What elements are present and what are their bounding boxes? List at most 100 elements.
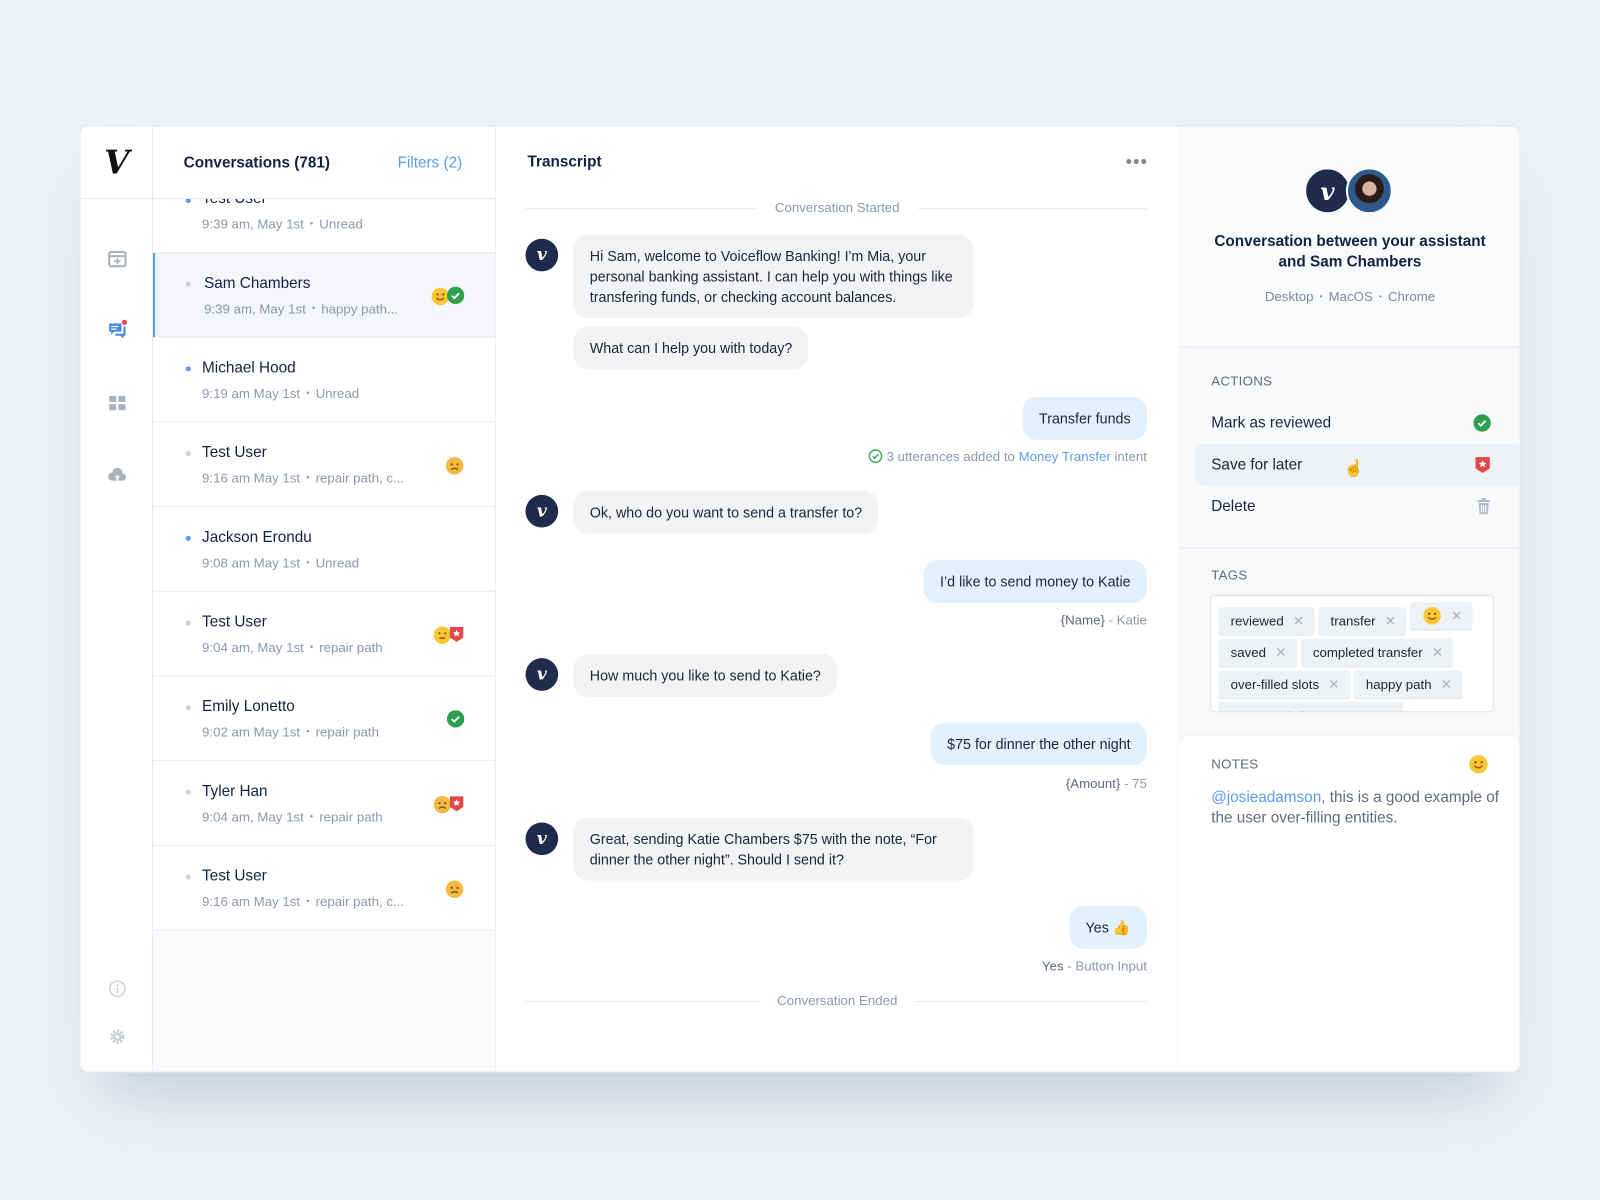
conversation-name: Michael Hood	[202, 359, 296, 377]
tag-label: transfer	[1330, 613, 1376, 629]
reviewed-check-icon	[446, 286, 465, 305]
app-window: V Conversations (781) Filters (2) Test U…	[79, 125, 1521, 1073]
remove-tag-icon[interactable]: ✕	[1275, 644, 1286, 660]
details-panel: v Conversation between your assistant an…	[1178, 126, 1520, 1072]
read-dot	[185, 620, 191, 626]
emoji-picker-icon[interactable]	[1468, 754, 1488, 774]
trash-icon	[1477, 497, 1490, 515]
bot-message: Great, sending Katie Chambers $75 with t…	[573, 817, 974, 881]
notes-label: NOTES	[1211, 756, 1259, 772]
tag-chip[interactable]: transfer ✕	[1318, 607, 1407, 635]
conversation-status: repair path	[319, 809, 383, 825]
slot-key: Yes	[1041, 958, 1064, 974]
conversations-icon[interactable]	[107, 319, 128, 339]
settings-gear-icon[interactable]	[107, 1027, 127, 1047]
read-dot	[185, 874, 191, 880]
remove-tag-icon[interactable]: ✕	[1385, 613, 1396, 629]
conversation-row[interactable]: Sam Chambers 9:39 am, May 1st • happy path…	[153, 253, 495, 338]
saved-shield-icon	[449, 627, 464, 642]
remove-tag-icon[interactable]: ✕	[1328, 676, 1339, 692]
assistant-avatar: v	[525, 494, 559, 528]
check-circle-icon	[1473, 414, 1491, 432]
tag-label: user needed re-prompts	[1231, 708, 1373, 711]
remove-tag-icon[interactable]: ✕	[1451, 608, 1462, 624]
reviewed-check-icon	[446, 710, 465, 728]
delete-action[interactable]: Delete	[1195, 486, 1519, 528]
conversation-name: Emily Lonetto	[202, 697, 295, 716]
conversation-row[interactable]: Test User 9:16 am May 1st • repair path, c…	[153, 422, 495, 508]
voiceflow-logo[interactable]: V	[80, 127, 154, 199]
cloud-upload-icon[interactable]	[107, 465, 127, 485]
dashboard-grid-icon[interactable]	[107, 393, 127, 413]
check-circle-outline-icon	[868, 449, 883, 463]
frown-emoji-icon	[445, 880, 464, 899]
calendar-add-icon[interactable]	[107, 249, 127, 269]
divider	[1178, 546, 1520, 549]
os: MacOS	[1328, 288, 1373, 305]
conversation-meta: 9:16 am May 1st • repair path, c...	[202, 893, 405, 910]
info-icon[interactable]	[107, 979, 127, 999]
tags-input[interactable]: reviewed✕transfer✕😊✕saved✕completed tran…	[1210, 594, 1494, 713]
conversation-row[interactable]: Emily Lonetto 9:02 am May 1st • repair pat…	[153, 676, 495, 762]
save-for-later-action[interactable]: Save for later ☝	[1194, 443, 1520, 486]
remove-tag-icon[interactable]: ✕	[1432, 644, 1443, 660]
tag-chip[interactable]: user needed re-prompts ✕	[1218, 702, 1403, 712]
slot-note: {Amount} - 75	[1066, 776, 1147, 791]
intent-note: 3 utterances added to Money Transfer int…	[868, 449, 1147, 464]
remove-tag-icon[interactable]: ✕	[1441, 676, 1452, 692]
read-dot	[185, 789, 191, 795]
conversation-time: 9:04 am, May 1st	[202, 639, 304, 656]
assistant-avatar: v	[525, 822, 559, 856]
tags-label: TAGS	[1211, 567, 1248, 583]
conversation-row[interactable]: Tyler Han 9:04 am, May 1st • repair path	[153, 761, 495, 846]
hand-cursor-icon: ☝	[1343, 460, 1365, 478]
tag-label: over-filled slots	[1230, 676, 1320, 692]
remove-tag-icon[interactable]: ✕	[1381, 708, 1392, 712]
conversation-meta: 9:16 am May 1st • repair path, c...	[202, 470, 405, 486]
actions-label: ACTIONS	[1211, 373, 1273, 389]
conversation-time: 9:19 am May 1st	[202, 385, 301, 402]
conversation-row[interactable]: Michael Hood 9:19 am May 1st • Unread	[153, 337, 495, 423]
bot-message: What can I help you with today?	[573, 326, 809, 370]
user-message: Transfer funds	[1022, 396, 1147, 440]
conversation-rows[interactable]: Test User 9:39 am, May 1st•Unread Sam Ch…	[153, 198, 495, 931]
unread-dot	[185, 198, 191, 204]
conversation-badges	[445, 456, 464, 475]
conversation-status: repair path, c...	[315, 470, 405, 486]
user-message: $75 for dinner the other night	[930, 722, 1147, 766]
tag-chip[interactable]: happy path ✕	[1353, 670, 1463, 698]
notes-section: NOTES @josieadamson, this is a good exam…	[1178, 735, 1520, 1072]
intent-link[interactable]: Money Transfer	[1019, 449, 1111, 464]
tag-label: saved	[1230, 644, 1267, 661]
note-text[interactable]: @josieadamson, this is a good example of…	[1211, 788, 1507, 829]
conversation-row[interactable]: Jackson Erondu 9:08 am May 1st • Unread	[153, 507, 495, 592]
mark-reviewed-action[interactable]: Mark as reviewed	[1195, 402, 1519, 444]
read-dot	[185, 281, 191, 287]
tag-chip[interactable]: 😊✕	[1410, 602, 1473, 630]
remove-tag-icon[interactable]: ✕	[1293, 613, 1304, 629]
conversation-status: Unread	[315, 555, 360, 571]
device-meta: Desktop • MacOS • Chrome	[1264, 288, 1436, 305]
conversation-started-label: Conversation Started	[496, 199, 1179, 216]
tag-chip[interactable]: saved ✕	[1218, 638, 1297, 667]
tag-chip[interactable]: reviewed ✕	[1218, 607, 1315, 635]
tag-chip[interactable]: completed transfer ✕	[1300, 638, 1454, 667]
conversation-time: 9:16 am May 1st	[202, 893, 301, 910]
conversation-status: repair path	[315, 724, 380, 740]
conversation-name: Jackson Erondu	[202, 528, 312, 546]
tag-label: happy path	[1365, 676, 1432, 692]
tag-chip[interactable]: over-filled slots ✕	[1218, 670, 1350, 698]
transcript-panel: Transcript ••• Conversation Started v Hi…	[495, 126, 1179, 1072]
conversation-row[interactable]: Test User 9:16 am May 1st • repair path, c…	[153, 845, 495, 931]
conversation-row[interactable]: Test User 9:04 am, May 1st • repair path	[153, 591, 495, 677]
conversation-row-partial[interactable]: Test User 9:39 am, May 1st•Unread	[153, 198, 495, 254]
note-mention[interactable]: @josieadamson	[1211, 789, 1321, 806]
filters-button[interactable]: Filters (2)	[398, 154, 463, 171]
conversation-meta: 9:39 am, May 1st • Unread	[202, 216, 363, 232]
browser: Chrome	[1387, 288, 1436, 305]
conversation-badges	[445, 880, 464, 899]
conversation-summary: v Conversation between your assistant an…	[1178, 126, 1520, 348]
more-options-icon[interactable]: •••	[1126, 151, 1148, 172]
ended-text: Conversation Ended	[758, 992, 916, 1008]
slot-value: - Button Input	[1067, 958, 1147, 974]
